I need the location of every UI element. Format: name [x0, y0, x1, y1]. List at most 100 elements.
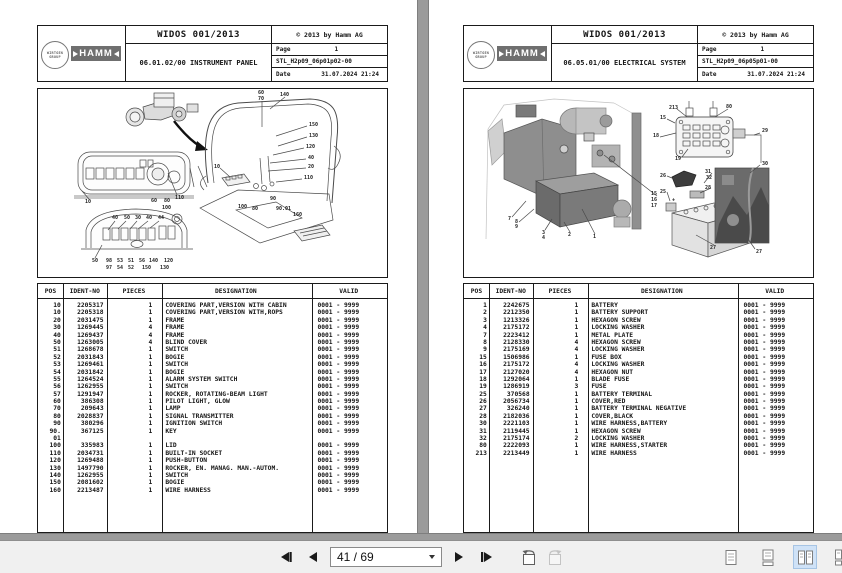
previous-view-button[interactable]	[518, 546, 538, 568]
table-cell: KEY	[165, 427, 177, 435]
table-cell: 1506986	[503, 353, 530, 361]
table-cell: 0001 - 9999	[743, 309, 786, 317]
table-row: 110 2034731 1 BUILT-IN SOCKET 0001 - 9999	[38, 450, 387, 457]
previous-page-button[interactable]	[303, 546, 323, 568]
table-cell: LOCKING WASHER	[591, 361, 645, 369]
previous-view-icon	[522, 549, 535, 565]
table-cell: 10	[53, 309, 61, 317]
table-cell: 70	[53, 405, 61, 413]
diagram-callout: 140	[280, 92, 290, 98]
continuous-view-button[interactable]	[756, 545, 780, 569]
diagram-callout: 97	[106, 265, 113, 271]
table-cell: BUILT-IN SOCKET	[165, 449, 223, 457]
diagram-callout: 213	[669, 105, 679, 111]
page-header: WIRTGEN GROUP HAMM WIDOS 001/2013 06.05.0…	[463, 25, 814, 82]
table-cell: BATTERY TERMINAL NEGATIVE	[591, 405, 687, 413]
last-page-button[interactable]	[476, 546, 496, 568]
table-cell	[63, 435, 107, 442]
table-cell: BLIND COVER	[165, 338, 208, 346]
table-cell: 28	[479, 412, 487, 420]
table-cell: 1	[148, 316, 153, 324]
table-cell: WIRE HARNESS,STARTER	[591, 442, 668, 450]
table-cell: FUSE	[591, 383, 607, 391]
table-cell: 0001 - 9999	[317, 412, 360, 420]
table-cell: 326240	[506, 405, 530, 413]
table-cell: 56	[53, 383, 61, 391]
table-cell: 1	[148, 361, 153, 369]
table-cell: SWITCH	[165, 346, 189, 354]
header-meta: © 2013 by Hamm AG Page 1 STL_H2p09_06p05…	[698, 26, 813, 81]
table-cell: 0001 - 9999	[743, 449, 786, 457]
table-row: 27 326240 1 BATTERY TERMINAL NEGATIVE 0001 -…	[464, 405, 813, 412]
table-cell: 1	[148, 398, 153, 406]
diagram-callout: 40	[146, 215, 153, 221]
diagram-callout: 120	[306, 144, 316, 150]
two-page-view-button[interactable]	[793, 545, 817, 569]
first-page-button[interactable]	[276, 546, 296, 568]
next-page-icon	[455, 552, 463, 562]
diagram-callout: 27	[710, 245, 717, 251]
doc-code-row: STL_H2p09_06p01p02-00	[272, 56, 387, 68]
table-row: 213 2213449 1 WIRE HARNESS 0001 - 9999	[464, 450, 813, 457]
table-cell: PUSH-BUTTON	[165, 457, 208, 465]
diagram-callout: 53	[117, 258, 124, 264]
hamm-logo: HAMM	[71, 46, 121, 61]
two-page-continuous-view-button[interactable]	[830, 545, 842, 569]
table-row: 10 2205318 1 COVERING PART,VERSION WITH,ROP…	[38, 309, 387, 316]
copyright: © 2013 by Hamm AG	[272, 26, 387, 44]
table-cell: LID	[165, 442, 177, 450]
diagram-callout: 52	[128, 265, 135, 271]
table-cell: 0001 - 9999	[317, 479, 360, 487]
table-cell: 1	[574, 398, 579, 406]
single-page-view-icon	[725, 549, 737, 565]
table-cell: BATTERY SUPPORT	[591, 309, 649, 317]
table-cell: 1	[148, 412, 153, 420]
diagram-callout: 160	[293, 212, 303, 218]
table-cell: 1	[148, 309, 153, 317]
table-cell: 30	[53, 324, 61, 332]
pdf-page-right[interactable]: WIRTGEN GROUP HAMM WIDOS 001/2013 06.05.0…	[429, 0, 842, 533]
table-row: 90. 367125 1 KEY 0001 - 9999	[38, 428, 387, 435]
table-cell: 1	[574, 427, 579, 435]
two-page-continuous-view-icon	[834, 549, 842, 565]
table-cell: 32	[479, 435, 487, 443]
table-cell: 40	[53, 331, 61, 339]
parts-diagram-instrument-panel: 60 70 140 150 130 120 40 20 110 10 10 60 80 100 110 100…	[37, 88, 388, 278]
table-cell: 1	[148, 442, 153, 450]
table-cell: 1	[148, 390, 153, 398]
viewer-toolbar: 41 / 69	[0, 540, 842, 573]
table-cell: COVERING PART,VERSION WITH CABIN	[165, 302, 287, 309]
logo-cell: WIRTGEN GROUP HAMM	[38, 26, 126, 81]
table-cell: 0001 - 9999	[317, 338, 360, 346]
table-cell: 0001 - 9999	[317, 368, 360, 376]
table-cell: 1	[574, 449, 579, 457]
next-view-button[interactable]	[545, 546, 565, 568]
table-row: 70 209643 1 LAMP 0001 - 9999	[38, 405, 387, 412]
diagram-callout: 40	[308, 155, 315, 161]
table-cell: WIRE HARNESS	[165, 486, 211, 494]
pdf-page-left[interactable]: WIRTGEN GROUP HAMM WIDOS 001/2013 06.01.0…	[0, 0, 417, 533]
table-cell: 1291947	[77, 390, 104, 398]
table-cell	[107, 435, 162, 442]
page-navigation: 41 / 69	[276, 546, 565, 568]
single-page-view-button[interactable]	[719, 545, 743, 569]
diagram-callout: 100	[238, 204, 248, 210]
table-cell: 1286919	[503, 383, 530, 391]
table-cell: 4	[148, 324, 153, 332]
diagram-callout: 110	[304, 175, 314, 181]
page-number-combobox[interactable]: 41 / 69	[330, 547, 442, 567]
table-cell: 2031475	[77, 316, 104, 324]
first-page-icon	[280, 552, 292, 562]
col-ident-no: IDENT-NO	[69, 287, 100, 295]
diagram-callout: 60	[151, 198, 158, 204]
table-cell: ALARM SYSTEM SWITCH	[165, 375, 238, 383]
table-cell: 2182036	[503, 412, 530, 420]
diagram-callout: 32	[706, 175, 713, 181]
diagram-callout: 27	[756, 249, 763, 255]
diagram-callout: 29	[762, 128, 769, 134]
diagram-callout: 150	[309, 122, 319, 128]
diagram-callout: 50	[92, 258, 99, 264]
table-cell: 1	[148, 457, 153, 465]
next-page-button[interactable]	[449, 546, 469, 568]
table-cell: 2242675	[503, 302, 530, 309]
